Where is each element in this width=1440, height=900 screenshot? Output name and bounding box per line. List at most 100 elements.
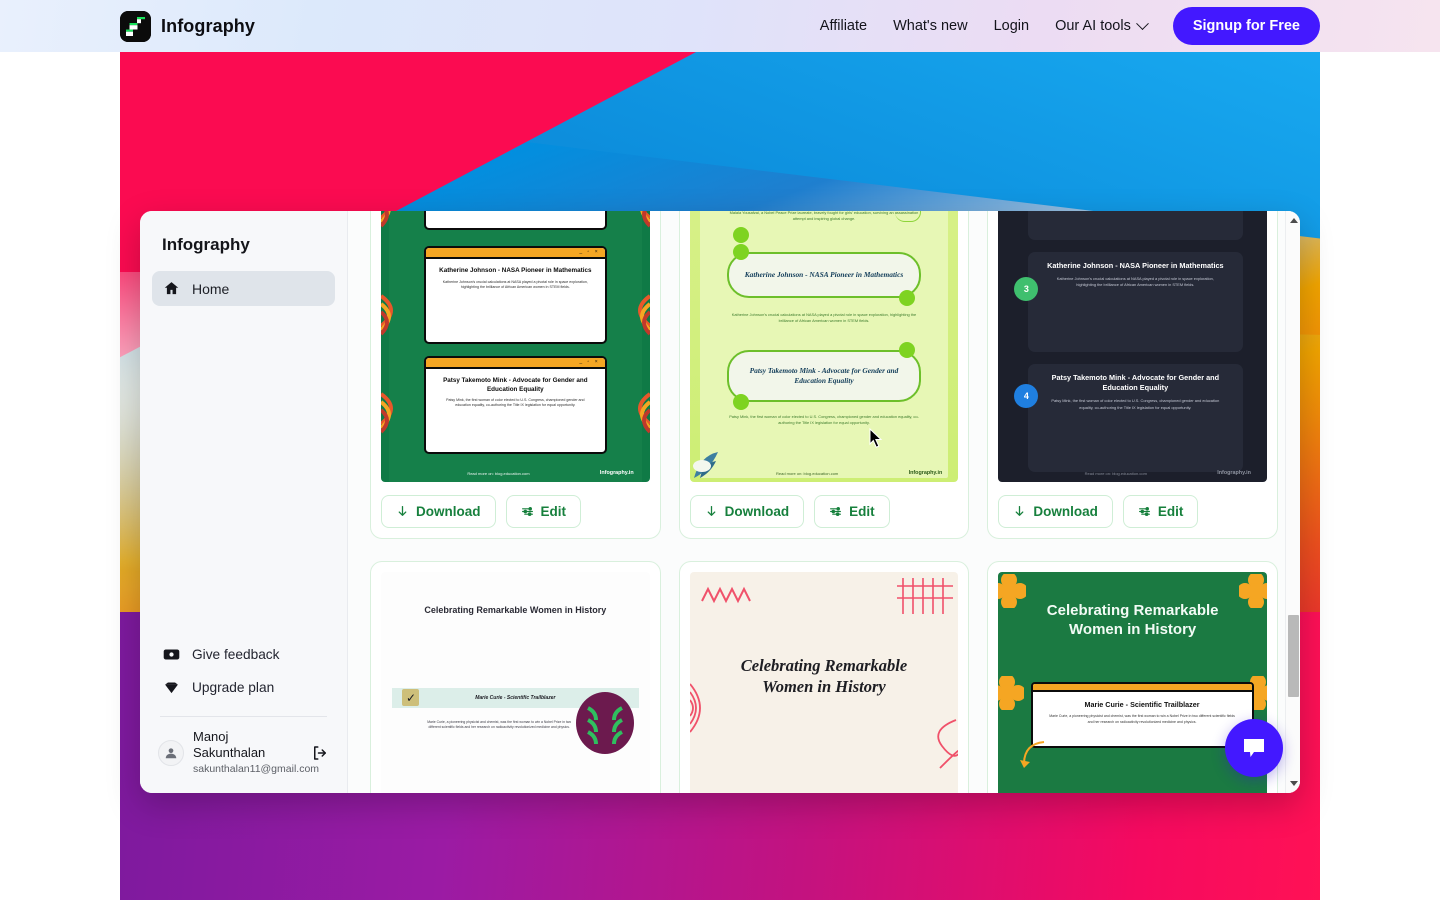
table-row[interactable]: for Girls' Education Malala Yousafzai, a…	[678, 211, 970, 539]
swirl-decoration-icon	[637, 392, 650, 434]
sliders-icon	[830, 507, 842, 516]
infographic-block-heading: Patsy Takemoto Mink - Advocate for Gende…	[749, 365, 899, 385]
infographic-block-body: Patsy Mink, the first woman of color ele…	[729, 414, 919, 426]
check-icon: ✓	[402, 689, 420, 706]
infographic-block: _ ▫ × Malala Yousafzai - Advocate for Gi…	[423, 211, 607, 230]
chat-bubble-icon	[1244, 739, 1264, 757]
infographic-footer: Read more on: blog.education.com Infogra…	[690, 470, 959, 476]
brand-name: Infography	[161, 15, 255, 36]
swirl-decoration-icon	[381, 294, 393, 336]
infographic-footer: Read more on: blog.education.com Infogra…	[381, 470, 650, 476]
infographic-block: Katherine Johnson - NASA Pioneer in Math…	[727, 252, 921, 298]
user-meta: Manoj Sakunthalan sakunthalan11@gmail.co…	[193, 728, 319, 777]
edit-button-label: Edit	[540, 504, 567, 519]
infographic-block-body: Marie Curie, a pioneering physicist and …	[1049, 714, 1235, 724]
sidebar-item-home[interactable]: Home	[152, 271, 335, 306]
chat-bubble-button[interactable]	[1225, 719, 1283, 777]
infographic-title: Celebrating Remarkable Women in History	[740, 655, 908, 696]
edit-button[interactable]: Edit	[1122, 495, 1199, 528]
logout-icon[interactable]	[311, 744, 329, 762]
grid-decoration-icon	[896, 578, 953, 615]
table-row[interactable]: _ ▫ × Malala Yousafzai - Advocate for Gi…	[370, 211, 661, 539]
sliders-icon	[1138, 507, 1150, 516]
sliders-icon	[521, 507, 533, 516]
card-lime-pills[interactable]: for Girls' Education Malala Yousafzai, a…	[689, 211, 959, 482]
card-dark-numbered[interactable]: Malala Yousafzai - Advocate for Girls' E…	[998, 211, 1267, 482]
user-name: Manoj Sakunthalan	[193, 728, 266, 761]
nav-whats-new[interactable]: What's new	[893, 18, 968, 34]
infographic-footer-right: Infography.in	[908, 470, 943, 476]
download-arrow-icon	[707, 505, 716, 516]
wreath-decoration-icon	[575, 692, 634, 754]
user-avatar-icon	[158, 739, 184, 766]
card-actions: Download Edit	[689, 495, 959, 528]
infographic-block-body: Malala Yousafzai, a Nobel Peace Prize la…	[729, 211, 919, 222]
table-row[interactable]: Malala Yousafzai - Advocate for Girls' E…	[987, 211, 1278, 539]
feedback-icon	[163, 646, 180, 663]
brand[interactable]: Infography	[120, 10, 255, 42]
infographic-block: Marie Curie - Scientific Trailblazer Mar…	[1030, 682, 1254, 748]
swirl-decoration-icon	[381, 392, 393, 434]
table-row[interactable]: Celebrating Remarkable Women in History …	[370, 561, 661, 793]
edit-button[interactable]: Edit	[814, 495, 890, 528]
table-row[interactable]: Celebrating Remarkable Women in History …	[678, 561, 970, 793]
scroll-thumb[interactable]	[1288, 615, 1299, 697]
infographic-title: Celebrating Remarkable Women in History	[424, 604, 607, 615]
infographic-block-body: Katherine Johnson's crucial calculations…	[1056, 276, 1214, 288]
sidebar-item-upgrade-plan[interactable]: Upgrade plan	[152, 671, 335, 704]
infographic-grid: _ ▫ × Malala Yousafzai - Advocate for Gi…	[348, 211, 1300, 793]
infographic-block: Patsy Takemoto Mink - Advocate for Gende…	[727, 350, 921, 402]
card-actions: Download Edit	[998, 495, 1267, 528]
sidebar-item-give-feedback[interactable]: Give feedback	[152, 638, 335, 671]
infographic-block-heading: Katherine Johnson - NASA Pioneer in Math…	[1047, 261, 1224, 270]
app-window: Infography Home Give feedback Upgrade pl…	[140, 211, 1300, 793]
infographic-block-body: Patsy Mink, the first woman of color ele…	[446, 398, 585, 408]
signup-button[interactable]: Signup for Free	[1172, 7, 1320, 45]
infographic-block-body: Patsy Mink, the first woman of color ele…	[1051, 398, 1220, 410]
nav-our-ai-tools-label: Our AI tools	[1055, 18, 1131, 34]
infographic-footer-right: Infography.in	[599, 470, 634, 476]
download-button-label: Download	[724, 504, 790, 519]
download-arrow-icon	[1015, 505, 1024, 516]
card-mint-checklist[interactable]: Celebrating Remarkable Women in History …	[381, 572, 650, 793]
home-icon	[163, 280, 180, 297]
infographic-block: _ ▫ × Katherine Johnson - NASA Pioneer i…	[423, 246, 607, 344]
site-header: Infography Affiliate What's new Login Ou…	[0, 0, 1440, 52]
infographic-footer-left: Read more on: blog.education.com	[1084, 470, 1147, 476]
arc-decoration-icon	[689, 683, 701, 733]
infographic-footer-left: Read more on: blog.education.com	[467, 470, 530, 476]
card-green-windows[interactable]: _ ▫ × Malala Yousafzai - Advocate for Gi…	[381, 211, 650, 482]
swirl-decoration-icon	[637, 211, 650, 228]
sidebar: Infography Home Give feedback Upgrade pl…	[140, 211, 348, 793]
user-row[interactable]: Manoj Sakunthalan sakunthalan11@gmail.co…	[152, 727, 335, 781]
flower-decoration-icon	[1238, 574, 1267, 608]
swirl-decoration-icon	[637, 294, 650, 336]
edit-button[interactable]: Edit	[505, 495, 581, 528]
infographic-block-heading: Patsy Takemoto Mink - Advocate for Gende…	[1051, 373, 1220, 393]
infographic-footer: Read more on: blog.education.com Infogra…	[998, 470, 1267, 476]
site-nav: Affiliate What's new Login Our AI tools …	[820, 7, 1320, 45]
diamond-icon	[163, 679, 180, 696]
curve-arrow-icon	[1019, 741, 1044, 768]
nav-login[interactable]: Login	[994, 18, 1029, 34]
scroll-up-arrow-icon[interactable]	[1286, 213, 1300, 228]
zigzag-decoration-icon	[701, 586, 752, 603]
sidebar-item-home-label: Home	[192, 280, 230, 297]
infographic-block: _ ▫ × Patsy Takemoto Mink - Advocate for…	[423, 356, 607, 454]
infographic-block-heading: Katherine Johnson - NASA Pioneer in Math…	[744, 269, 904, 279]
scroll-down-arrow-icon[interactable]	[1286, 776, 1300, 791]
infographic-block: Malala Yousafzai - Advocate for Girls' E…	[1027, 211, 1243, 240]
download-button[interactable]: Download	[998, 495, 1113, 528]
card-cream-serif[interactable]: Celebrating Remarkable Women in History …	[689, 572, 959, 793]
main-content: _ ▫ × Malala Yousafzai - Advocate for Gi…	[348, 211, 1300, 793]
download-button[interactable]: Download	[381, 495, 496, 528]
download-button-label: Download	[416, 504, 481, 519]
sidebar-bottom: Give feedback Upgrade plan Manoj Sakunth…	[152, 638, 335, 781]
nav-our-ai-tools[interactable]: Our AI tools	[1055, 16, 1149, 34]
download-button[interactable]: Download	[689, 495, 805, 528]
sidebar-item-upgrade-plan-label: Upgrade plan	[192, 679, 275, 695]
infography-logo-icon	[120, 10, 151, 42]
nav-affiliate[interactable]: Affiliate	[820, 18, 867, 34]
scrollbar[interactable]	[1285, 211, 1300, 793]
edit-button-label: Edit	[849, 504, 875, 519]
